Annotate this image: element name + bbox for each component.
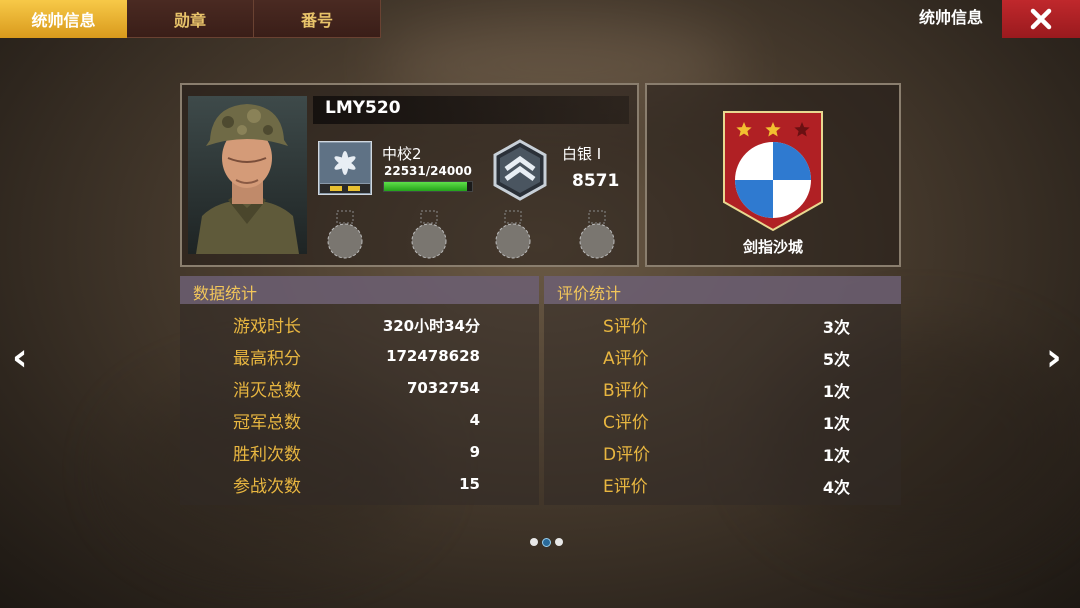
stat-value: 7032754 [406, 379, 480, 397]
table-row: C评价 1次 [544, 408, 901, 440]
player-name: LMY520 [325, 98, 401, 118]
empty-medal-slot-icon[interactable] [493, 209, 533, 261]
tab-bar: 统帅信息 勋章 番号 [0, 0, 381, 38]
rating-value: 1次 [822, 414, 850, 433]
rank-name: 中校2 [382, 145, 422, 163]
table-row: 参战次数 15 [180, 472, 539, 504]
rating-label: S评价 [603, 317, 648, 337]
stat-label: 消灭总数 [233, 381, 301, 401]
tab-medals[interactable]: 勋章 [127, 0, 254, 38]
table-row: D评价 1次 [544, 440, 901, 472]
close-button[interactable] [1002, 0, 1080, 38]
rating-label: B评价 [603, 381, 649, 401]
stat-label: 最高积分 [233, 349, 301, 369]
empty-medal-slot-icon[interactable] [325, 209, 365, 261]
page-title: 统帅信息 [918, 8, 983, 27]
stat-value: 172478628 [386, 347, 480, 365]
rating-value: 5次 [822, 350, 850, 369]
rating-label: D评价 [603, 445, 651, 465]
stat-label: 参战次数 [233, 477, 301, 497]
table-row: E评价 4次 [544, 472, 901, 504]
xp-text: 22531/24000 [384, 164, 472, 178]
tier-points: 8571 [572, 171, 620, 191]
rating-value: 4次 [822, 478, 850, 497]
rank-insignia-icon [318, 141, 372, 195]
table-row: 胜利次数 9 [180, 440, 539, 472]
next-page-button[interactable]: › [1046, 338, 1062, 376]
stat-value: 320小时34分 [382, 317, 480, 335]
rating-value: 1次 [822, 382, 850, 401]
silver-tier-icon [493, 139, 547, 201]
table-row: A评价 5次 [544, 344, 901, 376]
stat-label: 胜利次数 [233, 445, 301, 465]
table-row: 冠军总数 4 [180, 408, 539, 440]
table-row: 消灭总数 7032754 [180, 376, 539, 408]
page-dot[interactable] [555, 538, 563, 546]
tier-name: 白银 I [562, 145, 602, 163]
rating-label: E评价 [603, 477, 648, 497]
table-row: 游戏时长 320小时34分 [180, 312, 539, 344]
rating-stats-header: 评价统计 [544, 276, 901, 304]
prev-page-button[interactable]: ‹ [12, 338, 28, 376]
stat-value: 9 [469, 443, 480, 461]
page-dot[interactable] [530, 538, 538, 546]
table-row: 最高积分 172478628 [180, 344, 539, 376]
tab-unit-designation[interactable]: 番号 [254, 0, 381, 38]
stat-label: 冠军总数 [233, 413, 301, 433]
soldier-portrait [188, 96, 307, 254]
rating-stats-table: S评价 3次 A评价 5次 B评价 1次 C评价 1次 D评价 1次 E评价 4次 [544, 304, 901, 505]
data-stats-table: 游戏时长 320小时34分 最高积分 172478628 消灭总数 7032754 冠… [180, 304, 539, 505]
table-row: B评价 1次 [544, 376, 901, 408]
clan-emblem-icon[interactable] [722, 110, 824, 232]
tab-commander-info[interactable]: 统帅信息 [0, 0, 127, 38]
stat-label: 游戏时长 [233, 317, 301, 337]
close-icon [1030, 8, 1052, 30]
data-stats-title: 数据统计 [193, 284, 258, 303]
empty-medal-slot-icon[interactable] [577, 209, 617, 261]
rating-label: C评价 [603, 413, 649, 433]
xp-progress-bar [383, 181, 473, 192]
table-row: S评价 3次 [544, 312, 901, 344]
xp-progress-fill [384, 182, 467, 191]
page-dot-active[interactable] [542, 538, 551, 547]
rating-stats-title: 评价统计 [557, 284, 622, 303]
data-stats-header: 数据统计 [180, 276, 539, 304]
stat-value: 15 [459, 475, 480, 493]
empty-medal-slot-icon[interactable] [409, 209, 449, 261]
stat-value: 4 [469, 411, 480, 429]
rating-label: A评价 [603, 349, 649, 369]
rating-value: 3次 [822, 318, 850, 337]
clan-name: 剑指沙城 [742, 238, 803, 256]
rating-value: 1次 [822, 446, 850, 465]
